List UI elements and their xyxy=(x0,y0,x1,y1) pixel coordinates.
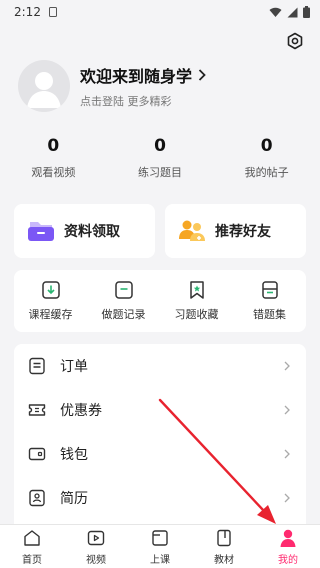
bookmark-icon xyxy=(189,281,204,299)
tool-saved-questions[interactable]: 习题收藏 xyxy=(160,280,233,322)
tool-label: 习题收藏 xyxy=(174,308,219,321)
tool-course-cache[interactable]: 课程缓存 xyxy=(14,280,87,322)
stats-row: 0 观看视频 0 练习题目 0 我的帖子 xyxy=(0,136,320,182)
default-avatar-icon xyxy=(27,72,61,108)
bottom-tab-bar: 首页 视频 上课 教材 我的 xyxy=(0,524,320,568)
stat-practiced-questions[interactable]: 0 练习题目 xyxy=(107,136,214,182)
tab-me[interactable]: 我的 xyxy=(256,525,320,568)
profile-subtitle: 点击登陆 更多精彩 xyxy=(80,95,172,108)
stat-value: 0 xyxy=(260,136,273,156)
materials-card[interactable]: 资料领取 xyxy=(14,204,155,258)
tab-label: 视频 xyxy=(86,554,106,566)
chevron-right-icon xyxy=(284,449,290,459)
profile-title-row: 欢迎来到随身学 xyxy=(80,63,206,87)
coupon-icon xyxy=(28,404,46,416)
menu-item-wallet[interactable]: 钱包 xyxy=(14,432,306,476)
tab-label: 我的 xyxy=(278,554,298,566)
stat-label: 观看视频 xyxy=(31,166,76,179)
resume-icon xyxy=(29,489,45,507)
download-icon xyxy=(41,281,60,299)
wifi-icon xyxy=(269,7,282,17)
chevron-right-icon xyxy=(284,361,290,371)
menu-item-resume[interactable]: 简历 xyxy=(14,476,306,520)
settings-hexagon-icon xyxy=(287,32,303,50)
menu-list: 订单 优惠券 钱包 简历 xyxy=(14,344,306,524)
wallet-icon xyxy=(28,447,46,461)
status-right xyxy=(269,6,310,18)
menu-item-orders[interactable]: 订单 xyxy=(14,344,306,388)
folder-icon xyxy=(26,218,56,244)
signal-icon xyxy=(287,7,298,17)
profile-title: 欢迎来到随身学 xyxy=(80,67,193,86)
stat-value: 0 xyxy=(154,136,166,156)
chevron-right-icon xyxy=(284,405,290,415)
tools-panel: 课程缓存 做题记录 习题收藏 错题集 xyxy=(14,270,306,332)
chevron-right-icon xyxy=(284,493,290,503)
stat-my-posts[interactable]: 0 我的帖子 xyxy=(213,136,320,182)
tool-label: 课程缓存 xyxy=(28,308,73,321)
video-icon xyxy=(87,530,105,545)
refer-friends-label: 推荐好友 xyxy=(215,224,271,240)
class-icon xyxy=(152,529,168,546)
tool-label: 错题集 xyxy=(253,308,286,321)
stat-label: 练习题目 xyxy=(138,166,182,179)
order-icon xyxy=(29,357,45,375)
status-time: 2:12 xyxy=(14,5,41,19)
status-bar: 2:12 xyxy=(0,0,320,24)
tab-home[interactable]: 首页 xyxy=(0,525,64,568)
settings-button[interactable] xyxy=(284,30,306,52)
menu-item-label: 钱包 xyxy=(60,447,88,463)
tool-practice-records[interactable]: 做题记录 xyxy=(87,280,160,322)
tab-label: 首页 xyxy=(22,554,42,566)
home-icon xyxy=(24,529,40,546)
wrong-set-icon xyxy=(261,281,278,299)
tab-video[interactable]: 视频 xyxy=(64,525,128,568)
textbook-icon xyxy=(217,529,231,546)
stat-value: 0 xyxy=(47,136,60,156)
refer-friends-card[interactable]: 推荐好友 xyxy=(165,204,306,258)
chevron-right-icon xyxy=(198,69,206,81)
menu-item-label: 简历 xyxy=(60,491,88,507)
menu-item-label: 订单 xyxy=(60,359,88,375)
menu-item-coupons[interactable]: 优惠券 xyxy=(14,388,306,432)
materials-label: 资料领取 xyxy=(64,224,120,240)
tab-label: 上课 xyxy=(150,554,170,566)
tool-label: 做题记录 xyxy=(101,308,146,321)
status-left: 2:12 xyxy=(14,5,57,19)
profile-text: 欢迎来到随身学 点击登陆 更多精彩 xyxy=(80,63,206,109)
menu-item-label: 优惠券 xyxy=(60,403,102,419)
stat-label: 我的帖子 xyxy=(244,166,289,179)
avatar xyxy=(18,60,70,112)
friends-icon xyxy=(177,218,207,244)
stat-watched-videos[interactable]: 0 观看视频 xyxy=(0,136,107,182)
battery-icon xyxy=(303,6,310,18)
tab-class[interactable]: 上课 xyxy=(128,525,192,568)
profile-icon xyxy=(280,529,296,547)
sim-icon xyxy=(48,7,57,17)
profile-login-entry[interactable]: 欢迎来到随身学 点击登陆 更多精彩 xyxy=(18,60,308,112)
record-icon xyxy=(114,281,133,299)
tab-label: 教材 xyxy=(214,554,234,566)
tab-textbook[interactable]: 教材 xyxy=(192,525,256,568)
tool-wrong-questions[interactable]: 错题集 xyxy=(233,280,306,322)
promo-row: 资料领取 推荐好友 xyxy=(14,204,306,258)
